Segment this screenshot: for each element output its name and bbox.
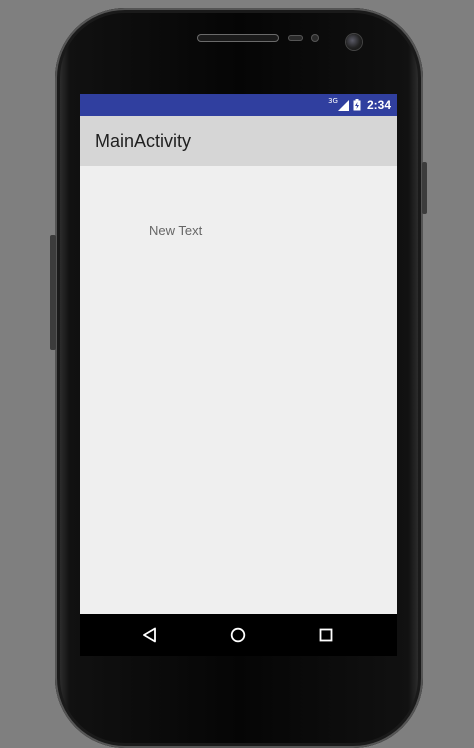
text-view: New Text — [149, 223, 203, 238]
status-clock: 2:34 — [366, 98, 391, 112]
proximity-sensor-icon — [288, 35, 303, 41]
device-screen: 3G 2:34 MainActivity New Text — [80, 94, 397, 656]
main-content: New Text — [80, 166, 397, 614]
recents-icon — [319, 628, 333, 642]
page-title: MainActivity — [95, 131, 192, 151]
home-icon — [230, 627, 246, 643]
battery-charging-icon — [353, 99, 361, 111]
light-sensor-icon — [311, 34, 319, 42]
network-type-label: 3G — [328, 97, 338, 105]
speaker-grille-icon — [197, 34, 279, 42]
back-icon — [143, 627, 156, 643]
back-button[interactable] — [140, 625, 160, 645]
status-icons: 3G 2:34 — [328, 94, 391, 116]
front-camera-icon — [346, 34, 362, 50]
volume-button[interactable] — [50, 235, 56, 350]
recents-button[interactable] — [316, 625, 336, 645]
navigation-bar — [80, 614, 397, 656]
power-button[interactable] — [422, 162, 427, 214]
signal-icon — [337, 99, 349, 111]
status-bar: 3G 2:34 — [80, 94, 397, 116]
home-button[interactable] — [228, 625, 248, 645]
app-toolbar: MainActivity — [80, 116, 397, 166]
